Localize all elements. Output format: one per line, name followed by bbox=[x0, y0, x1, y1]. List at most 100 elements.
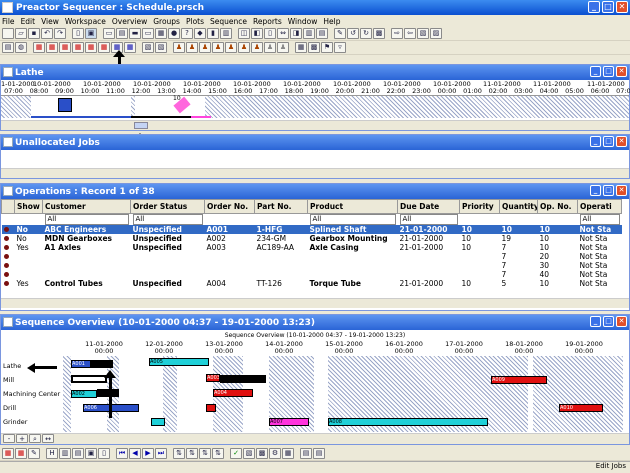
table-cell[interactable]: AC189-AA bbox=[255, 243, 308, 252]
table-cell[interactable]: 234-GM bbox=[255, 234, 308, 243]
new-icon[interactable] bbox=[2, 28, 14, 39]
table-cell[interactable]: 7 bbox=[500, 261, 538, 270]
hatched-icon-1[interactable]: ▧ bbox=[142, 42, 154, 53]
table-cell[interactable]: Not Sta bbox=[578, 279, 622, 288]
table-cell[interactable] bbox=[255, 252, 308, 261]
red-icon-3[interactable]: ▦ bbox=[59, 42, 71, 53]
column-header[interactable]: Quantity bbox=[499, 199, 538, 214]
table-row[interactable]: Yes A1 Axles Unspecified A003 AC189-AA Axle C… bbox=[2, 243, 622, 252]
undo-icon[interactable]: ↶ bbox=[41, 28, 53, 39]
menu-sequence[interactable]: Sequence bbox=[210, 17, 247, 26]
table-cell[interactable] bbox=[205, 270, 255, 279]
table-cell[interactable]: No bbox=[15, 234, 43, 243]
job-bar[interactable]: A005 bbox=[149, 358, 209, 366]
redo-sched-icon[interactable]: ↻ bbox=[360, 28, 372, 39]
lathe-scrollbar[interactable] bbox=[1, 120, 629, 130]
column-header[interactable]: Operati bbox=[577, 199, 622, 214]
schedule-icon-6[interactable]: ♟ bbox=[238, 42, 250, 53]
job-bar[interactable] bbox=[91, 360, 113, 368]
redo-icon[interactable]: ↷ bbox=[54, 28, 66, 39]
operations-scrollbar[interactable] bbox=[1, 298, 629, 308]
split-icon[interactable]: ◨ bbox=[290, 28, 302, 39]
table-cell[interactable] bbox=[15, 261, 43, 270]
table-cell[interactable]: Torque Tube bbox=[308, 279, 398, 288]
table-cell[interactable]: 1-HFG bbox=[254, 225, 308, 234]
table-cell[interactable] bbox=[43, 270, 131, 279]
table-cell[interactable] bbox=[131, 252, 205, 261]
copy-icon-2[interactable]: ▯ bbox=[98, 448, 110, 459]
table-cell[interactable]: Not Sta bbox=[578, 252, 622, 261]
panel-view-icon[interactable]: ▣ bbox=[85, 28, 97, 39]
gantt-icon[interactable]: ▭ bbox=[103, 28, 115, 39]
sort-icon-1[interactable]: ⇅ bbox=[173, 448, 185, 459]
table-cell[interactable] bbox=[460, 252, 500, 261]
column-header[interactable]: Part No. bbox=[254, 199, 308, 214]
table-cell[interactable]: Gearbox Mounting bbox=[308, 234, 398, 243]
job-bar[interactable] bbox=[71, 375, 107, 383]
layout-icon[interactable]: ▯ bbox=[264, 28, 276, 39]
schedule-icon-1[interactable]: ♟ bbox=[173, 42, 185, 53]
job-bar[interactable]: A009 bbox=[491, 376, 547, 384]
menu-groups[interactable]: Groups bbox=[153, 17, 180, 26]
product-filter[interactable]: All bbox=[309, 214, 396, 225]
table-cell[interactable]: 21-01-2000 bbox=[398, 279, 460, 288]
column-header[interactable]: Order Status bbox=[130, 199, 205, 214]
table-cell[interactable]: 10 bbox=[460, 279, 500, 288]
job-icon-a001[interactable] bbox=[58, 98, 72, 112]
maximize-button[interactable]: □ bbox=[602, 1, 614, 13]
unallocated-minimize-button[interactable]: _ bbox=[590, 136, 601, 147]
table-cell[interactable] bbox=[205, 252, 255, 261]
table-cell[interactable]: 20 bbox=[538, 252, 578, 261]
schedule-icon-9[interactable]: ♟ bbox=[277, 42, 289, 53]
table-cell[interactable]: Control Tubes bbox=[43, 279, 131, 288]
lathe-maximize-button[interactable]: □ bbox=[603, 66, 614, 77]
job-bar[interactable]: A008 bbox=[328, 418, 488, 426]
first-icon[interactable]: ⏮ bbox=[116, 448, 128, 459]
table-cell[interactable]: 10 bbox=[460, 243, 500, 252]
sched-icon-1[interactable]: ▦ bbox=[2, 448, 14, 459]
bin-icon[interactable]: ▮ bbox=[207, 28, 219, 39]
table-cell[interactable]: A001 bbox=[204, 225, 255, 234]
table-cell[interactable] bbox=[15, 270, 43, 279]
open-icon[interactable]: ▱ bbox=[15, 28, 27, 39]
table-cell[interactable]: A1 Axles bbox=[43, 243, 131, 252]
table-cell[interactable] bbox=[255, 261, 308, 270]
search-icon[interactable]: ⌕ bbox=[29, 434, 41, 443]
table-cell[interactable]: 40 bbox=[538, 270, 578, 279]
due-date-filter[interactable]: All bbox=[399, 214, 458, 225]
table-cell[interactable]: A004 bbox=[205, 279, 255, 288]
zoom-in-icon[interactable]: + bbox=[16, 434, 28, 443]
table-cell[interactable]: ABC Engineers bbox=[42, 225, 131, 234]
check-icon[interactable]: ✓ bbox=[230, 448, 242, 459]
job-bar[interactable]: A004 bbox=[213, 389, 253, 397]
table-cell[interactable]: Unspecified bbox=[131, 234, 205, 243]
table-cell[interactable]: Unspecified bbox=[131, 279, 205, 288]
operations-close-button[interactable]: ✕ bbox=[616, 185, 627, 196]
setup-icon[interactable]: ◍ bbox=[15, 42, 27, 53]
menu-edit[interactable]: Edit bbox=[21, 17, 36, 26]
red-icon-2[interactable]: ▦ bbox=[46, 42, 58, 53]
menu-reports[interactable]: Reports bbox=[253, 17, 282, 26]
last-icon[interactable]: ⏭ bbox=[155, 448, 167, 459]
table-cell[interactable]: 10 bbox=[460, 234, 500, 243]
table-cell[interactable] bbox=[131, 270, 205, 279]
table-cell[interactable] bbox=[398, 261, 460, 270]
column-header[interactable]: Product bbox=[307, 199, 398, 214]
table-cell[interactable] bbox=[398, 252, 460, 261]
table-cell[interactable] bbox=[460, 270, 500, 279]
table-cell[interactable]: 21-01-2000 bbox=[398, 234, 460, 243]
filter-icon[interactable]: ▿ bbox=[334, 42, 346, 53]
lathe-minimize-button[interactable]: _ bbox=[590, 66, 601, 77]
back-icon[interactable]: ◀ bbox=[129, 448, 141, 459]
table-row[interactable]: 7 30 Not Sta bbox=[2, 261, 622, 270]
customer-filter[interactable]: All bbox=[44, 214, 129, 225]
import-icon[interactable]: ⇦ bbox=[404, 28, 416, 39]
menu-plots[interactable]: Plots bbox=[186, 17, 204, 26]
report-icon[interactable]: ▨ bbox=[430, 28, 442, 39]
column-header[interactable]: Due Date bbox=[397, 199, 460, 214]
table-cell[interactable] bbox=[308, 270, 398, 279]
status-filter[interactable]: All bbox=[132, 214, 203, 225]
table-cell[interactable]: Not Sta bbox=[578, 243, 622, 252]
rows-icon[interactable]: ▤ bbox=[316, 28, 328, 39]
table-cell[interactable]: 10 bbox=[499, 225, 538, 234]
